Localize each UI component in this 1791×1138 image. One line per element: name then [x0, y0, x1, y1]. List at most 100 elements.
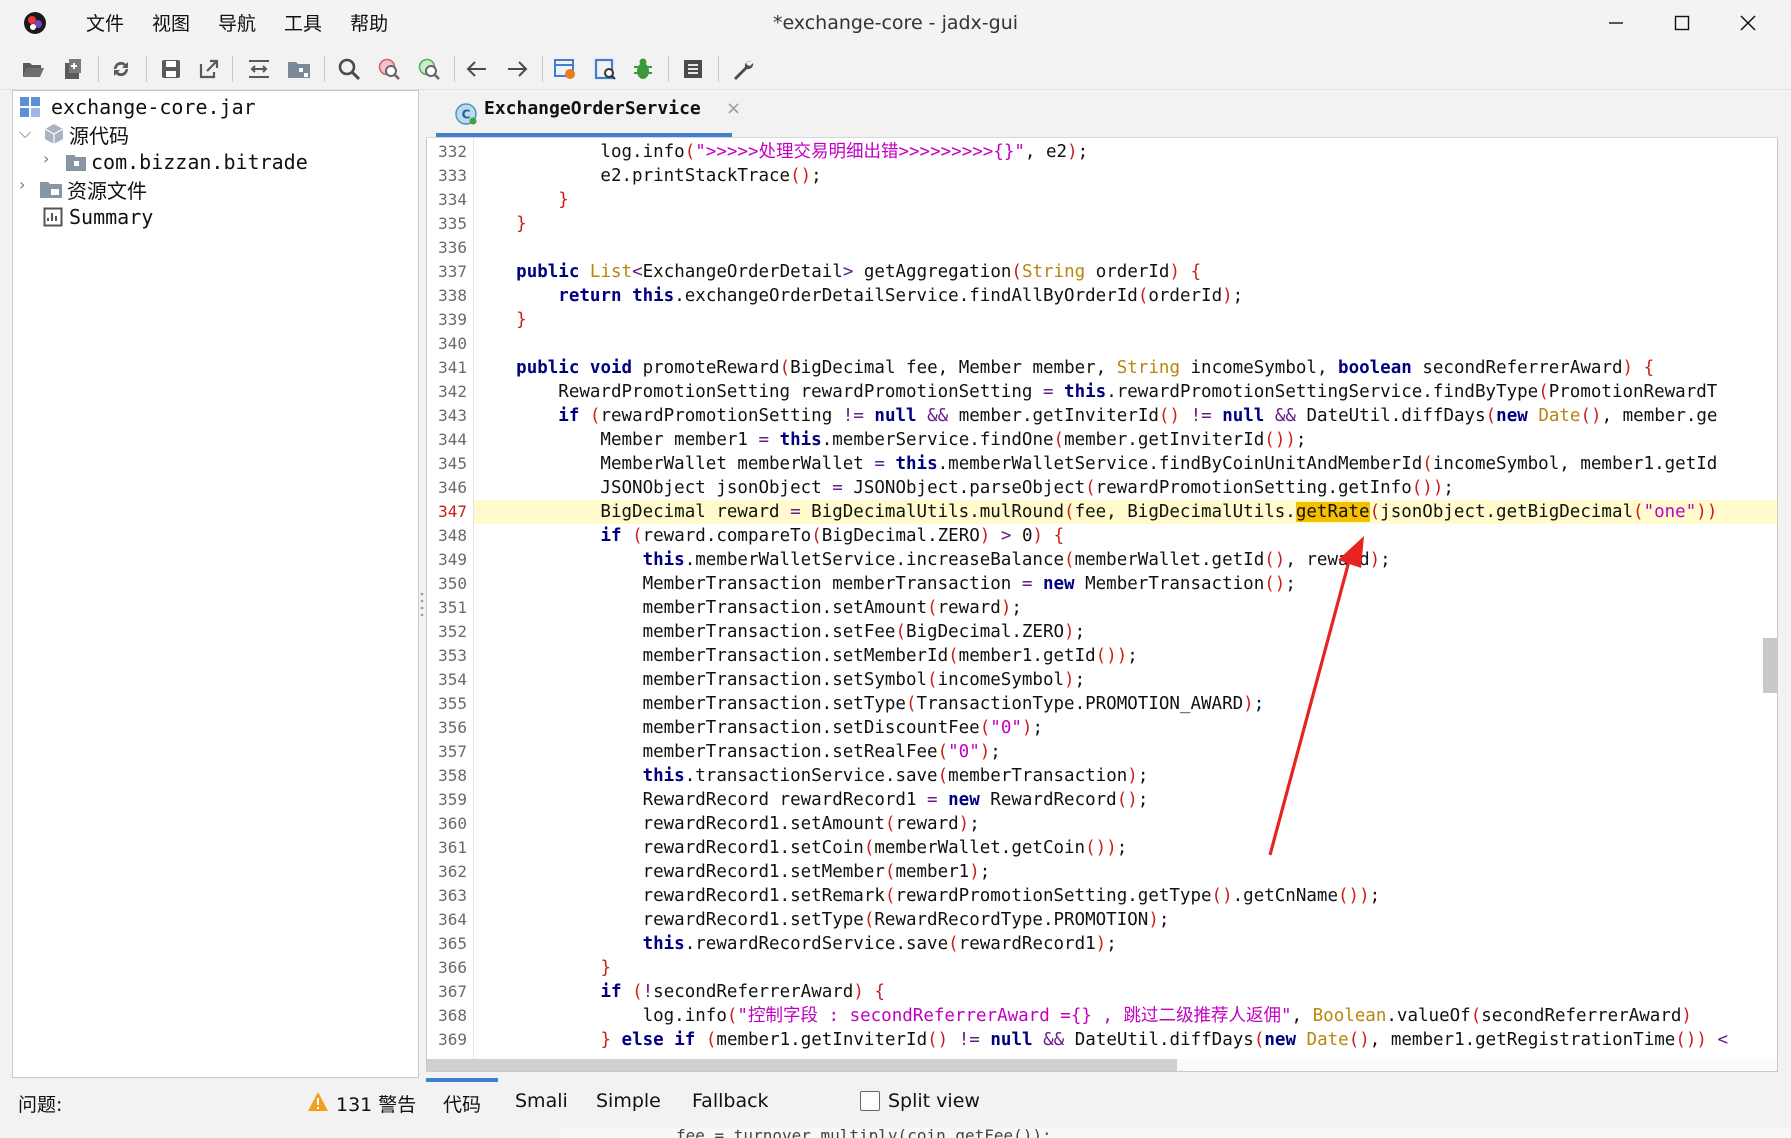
tree-item-resources[interactable]: 资源文件: [39, 174, 147, 204]
tree-item-package[interactable]: com.bizzan.bitrade: [65, 147, 308, 177]
tab-exchange-order-service[interactable]: C ExchangeOrderService ×: [436, 90, 741, 137]
code-line[interactable]: MemberWallet memberWallet = this.memberW…: [474, 452, 1717, 476]
code-line[interactable]: e2.printStackTrace();: [474, 164, 821, 188]
code-line[interactable]: rewardRecord1.setType(RewardRecordType.P…: [474, 908, 1170, 932]
code-line[interactable]: rewardRecord1.setAmount(reward);: [474, 812, 980, 836]
code-line[interactable]: }: [474, 956, 611, 980]
code-line[interactable]: if (!secondReferrerAward) {: [474, 980, 885, 1004]
splitter-handle[interactable]: [419, 590, 425, 620]
debugger-button[interactable]: [628, 54, 658, 84]
tab-fallback-view[interactable]: Fallback: [692, 1090, 769, 1112]
code-line[interactable]: memberTransaction.setMemberId(member1.ge…: [474, 644, 1138, 668]
code-line[interactable]: memberTransaction.setSymbol(incomeSymbol…: [474, 668, 1086, 692]
code-line[interactable]: if (rewardPromotionSetting != null && me…: [474, 404, 1717, 428]
maximize-button[interactable]: [1650, 0, 1714, 46]
code-line[interactable]: }: [474, 308, 527, 332]
add-files-button[interactable]: [58, 54, 88, 84]
code-line[interactable]: this.memberWalletService.increaseBalance…: [474, 548, 1391, 572]
code-line[interactable]: memberTransaction.setRealFee("0");: [474, 740, 1001, 764]
export-button[interactable]: [194, 54, 224, 84]
open-folder-icon: [23, 63, 44, 77]
warning-count[interactable]: 131 警告: [336, 1090, 416, 1117]
code-line[interactable]: if (reward.compareTo(BigDecimal.ZERO) > …: [474, 524, 1064, 548]
line-number: 356: [438, 718, 467, 737]
add-files-icon: [65, 59, 81, 79]
sync-tree-button[interactable]: [244, 54, 274, 84]
code-line[interactable]: log.info(">>>>>处理交易明细出错>>>>>>>>>{}", e2)…: [474, 140, 1088, 164]
code-line[interactable]: JSONObject jsonObject = JSONObject.parse…: [474, 476, 1454, 500]
search-icon: [338, 58, 361, 81]
chevron-right-icon[interactable]: ›: [19, 175, 25, 194]
tree-item-summary[interactable]: Summary: [43, 202, 153, 232]
code-line[interactable]: rewardRecord1.setRemark(rewardPromotionS…: [474, 884, 1381, 908]
line-number: 363: [438, 886, 467, 905]
split-view-label[interactable]: Split view: [888, 1090, 980, 1112]
code-line[interactable]: this.transactionService.save(memberTrans…: [474, 764, 1149, 788]
code-line[interactable]: memberTransaction.setFee(BigDecimal.ZERO…: [474, 620, 1086, 644]
code-line[interactable]: BigDecimal reward = BigDecimalUtils.mulR…: [474, 500, 1777, 524]
text-search-button[interactable]: [334, 54, 364, 84]
menu-tools[interactable]: 工具: [270, 0, 336, 48]
svg-text:C: C: [462, 108, 471, 122]
log-viewer-button[interactable]: [678, 54, 708, 84]
code-line[interactable]: MemberTransaction memberTransaction = ne…: [474, 572, 1296, 596]
tab-close-icon[interactable]: ×: [726, 98, 741, 119]
line-number: 349: [438, 550, 467, 569]
tab-smali-view[interactable]: Smali: [515, 1090, 568, 1112]
menu-file[interactable]: 文件: [72, 0, 138, 48]
code-line[interactable]: public List<ExchangeOrderDetail> getAggr…: [474, 260, 1201, 284]
split-view-checkbox[interactable]: [860, 1091, 880, 1111]
package-folder-icon: [288, 62, 310, 78]
save-button[interactable]: [156, 54, 186, 84]
preferences-button[interactable]: [728, 54, 758, 84]
menu-help[interactable]: 帮助: [336, 0, 402, 48]
code-line[interactable]: public void promoteReward(BigDecimal fee…: [474, 356, 1654, 380]
line-number: 357: [438, 742, 467, 761]
menu-view[interactable]: 视图: [138, 0, 204, 48]
code-line[interactable]: rewardRecord1.setMember(member1);: [474, 860, 991, 884]
resources-folder-icon: [40, 182, 62, 198]
usage-search-button[interactable]: [414, 54, 444, 84]
tree-item-resources-label: 资源文件: [67, 178, 147, 203]
tree-item-summary-label: Summary: [69, 205, 154, 229]
title-bar: 文件 视图 导航 工具 帮助 *exchange-core - jadx-gui: [0, 0, 1791, 48]
code-line[interactable]: RewardRecord rewardRecord1 = new RewardR…: [474, 788, 1149, 812]
forward-button[interactable]: [502, 54, 532, 84]
tree-item-jar[interactable]: exchange-core.jar: [19, 92, 256, 122]
background-window-text: fee = turnover.multiply(coin.getFee());: [676, 1126, 1052, 1138]
code-line[interactable]: memberTransaction.setDiscountFee("0");: [474, 716, 1043, 740]
code-line[interactable]: memberTransaction.setType(TransactionTyp…: [474, 692, 1265, 716]
close-window-button[interactable]: [1716, 0, 1780, 46]
code-line[interactable]: memberTransaction.setAmount(reward);: [474, 596, 1022, 620]
code-line[interactable]: }: [474, 188, 569, 212]
flatten-packages-button[interactable]: [284, 54, 314, 84]
code-line[interactable]: RewardPromotionSetting rewardPromotionSe…: [474, 380, 1717, 404]
chevron-down-icon[interactable]: ⌵: [19, 123, 31, 143]
tree-item-source-code[interactable]: 源代码: [43, 119, 129, 149]
open-file-button[interactable]: [18, 54, 48, 84]
code-line[interactable]: } else if (member1.getInviterId() != nul…: [474, 1028, 1728, 1052]
back-button[interactable]: [462, 54, 492, 84]
code-line[interactable]: Member member1 = this.memberService.find…: [474, 428, 1306, 452]
code-editor[interactable]: 332 333 334 335 336 337 338 339 340 341 342 343 344 3…: [426, 137, 1778, 1072]
code-line[interactable]: log.info("控制字段 : secondReferrerAward ={}…: [474, 1004, 1692, 1028]
menu-navigation[interactable]: 导航: [204, 0, 270, 48]
jadx-logo-icon: [24, 12, 46, 34]
chevron-right-icon[interactable]: ›: [43, 149, 49, 168]
tab-code-view[interactable]: 代码: [443, 1090, 481, 1117]
tree-item-source-code-label: 源代码: [69, 123, 129, 148]
show-code-button[interactable]: [590, 54, 620, 84]
horizontal-scroll-thumb[interactable]: [427, 1059, 1177, 1071]
reload-button[interactable]: [106, 54, 136, 84]
problems-label[interactable]: 问题:: [18, 1090, 62, 1117]
class-search-button[interactable]: [374, 54, 404, 84]
minimize-button[interactable]: [1584, 0, 1648, 46]
code-line[interactable]: }: [474, 212, 527, 236]
code-line[interactable]: rewardRecord1.setCoin(memberWallet.getCo…: [474, 836, 1128, 860]
vertical-scroll-thumb[interactable]: [1763, 638, 1777, 693]
code-line[interactable]: this.rewardRecordService.save(rewardReco…: [474, 932, 1117, 956]
line-number: 345: [438, 454, 467, 473]
code-line[interactable]: return this.exchangeOrderDetailService.f…: [474, 284, 1243, 308]
tab-simple-view[interactable]: Simple: [596, 1090, 661, 1112]
deobfuscation-button[interactable]: [550, 54, 580, 84]
